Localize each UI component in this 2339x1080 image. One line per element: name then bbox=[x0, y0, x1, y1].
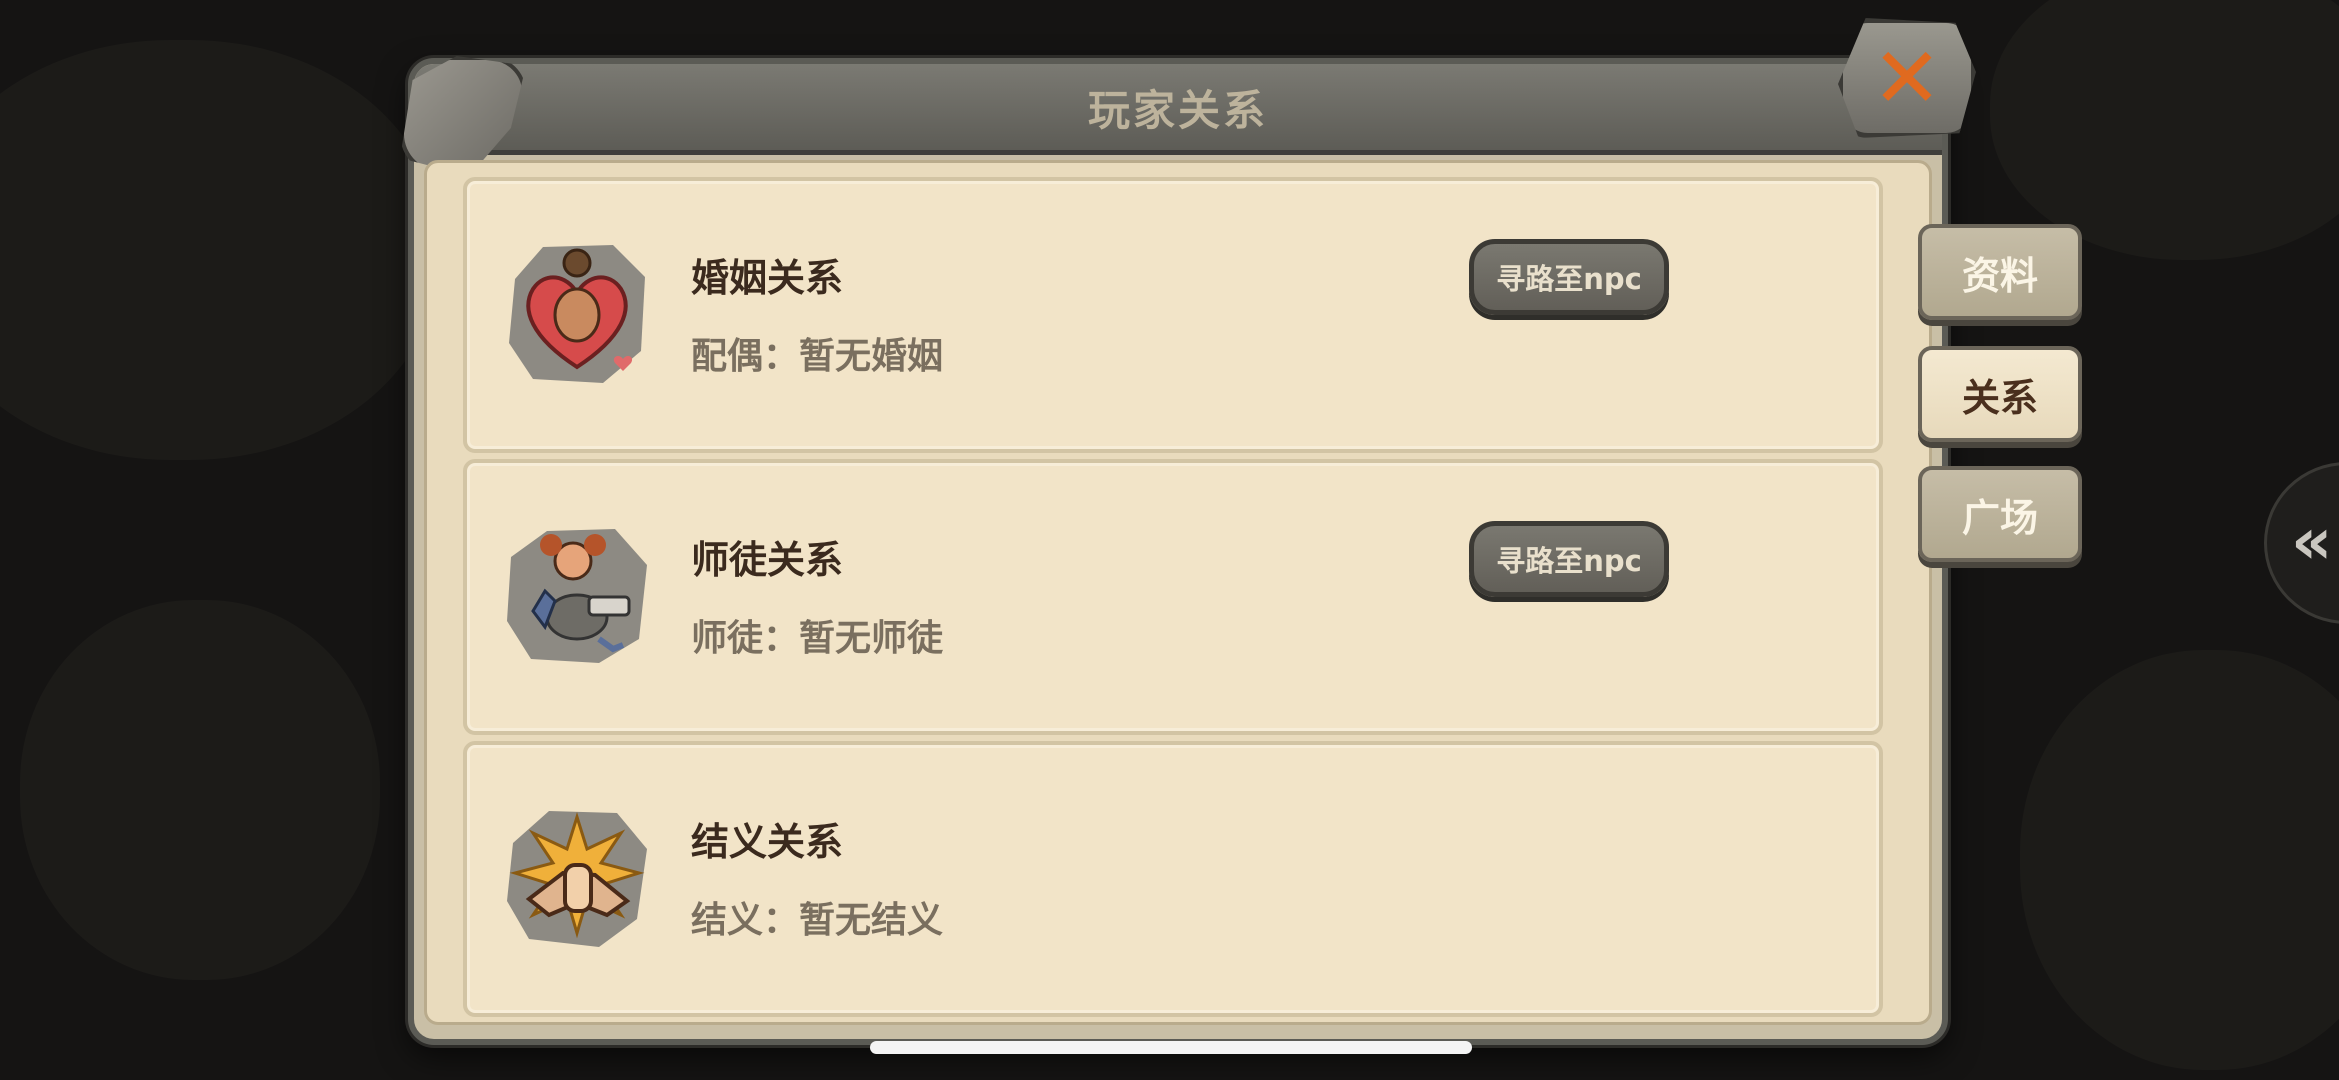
relation-status: 师徒：暂无师徒 bbox=[691, 618, 944, 659]
master-apprentice-icon bbox=[503, 521, 651, 669]
relation-title: 婚姻关系 bbox=[691, 256, 844, 300]
tab-relations[interactable]: 关系 bbox=[1918, 346, 2082, 442]
background-rock bbox=[1990, 0, 2339, 260]
relations-list: 婚姻关系 配偶：暂无婚姻 寻路至npc 师徒关系 师徒：暂无师徒 寻路至npc … bbox=[424, 160, 1932, 1025]
relation-status: 配偶：暂无婚姻 bbox=[691, 336, 944, 377]
close-button[interactable]: ✕ bbox=[1838, 18, 1976, 138]
relation-card-mentorship: 师徒关系 师徒：暂无师徒 寻路至npc bbox=[463, 459, 1883, 735]
close-icon: ✕ bbox=[1871, 29, 1943, 127]
title-bar: 玩家关系 bbox=[414, 64, 1942, 155]
relation-card-brotherhood: 结义关系 结义：暂无结义 bbox=[463, 741, 1883, 1017]
relation-title: 结义关系 bbox=[691, 820, 844, 864]
relation-status: 结义：暂无结义 bbox=[691, 900, 944, 941]
background-rock bbox=[20, 600, 380, 980]
panel-title: 玩家关系 bbox=[1087, 85, 1268, 135]
pathfind-npc-button[interactable]: 寻路至npc bbox=[1469, 239, 1669, 315]
handshake-icon bbox=[503, 803, 651, 951]
tab-profile[interactable]: 资料 bbox=[1918, 224, 2082, 320]
side-drawer-handle[interactable]: « bbox=[2264, 462, 2339, 624]
relation-title: 师徒关系 bbox=[691, 538, 844, 582]
home-indicator[interactable] bbox=[870, 1041, 1472, 1054]
heart-couple-icon bbox=[503, 239, 651, 387]
chevron-left-icon: « bbox=[2291, 505, 2333, 579]
relations-panel: 玩家关系 婚姻关系 配偶：暂无婚姻 寻路至npc 师徒关系 师徒：暂无师徒 寻路… bbox=[400, 56, 1948, 1045]
background-rock bbox=[0, 40, 440, 460]
tab-plaza[interactable]: 广场 bbox=[1918, 466, 2082, 562]
pathfind-npc-button[interactable]: 寻路至npc bbox=[1469, 521, 1669, 597]
background-rock bbox=[2020, 650, 2339, 1070]
relation-card-marriage: 婚姻关系 配偶：暂无婚姻 寻路至npc bbox=[463, 177, 1883, 453]
